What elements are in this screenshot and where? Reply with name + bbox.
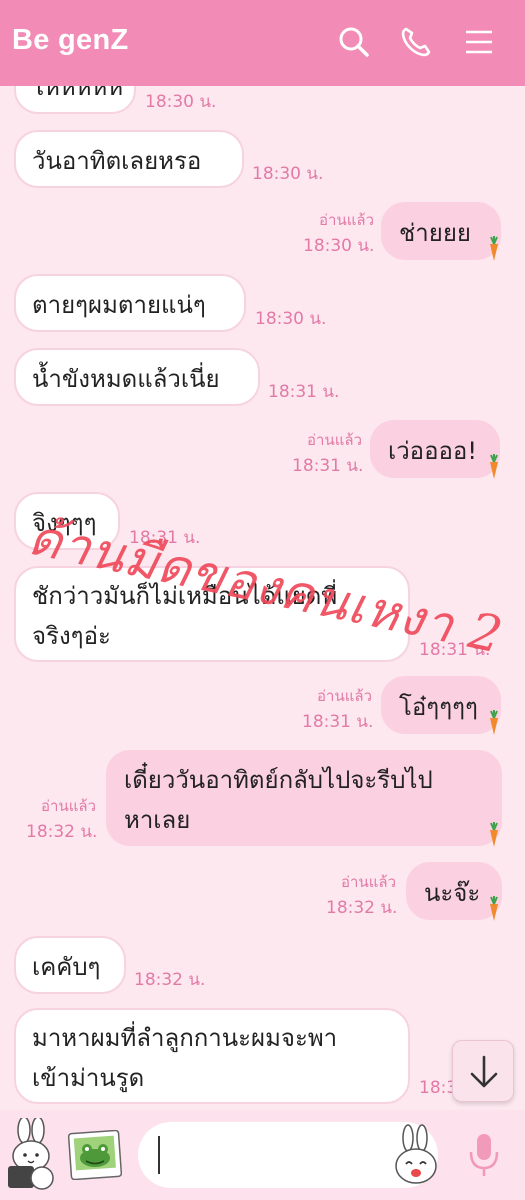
message-text-line: เข้าม่านรูด — [32, 1064, 145, 1092]
menu-icon[interactable] — [461, 24, 497, 60]
outgoing-message[interactable]: ช่ายยย — [381, 202, 501, 260]
outgoing-message[interactable]: โอ๋ๆๆๆๆ — [381, 676, 501, 734]
carrot-icon — [490, 454, 498, 479]
chat-header: Be genZ — [0, 0, 525, 86]
incoming-message[interactable]: น้ำขังหมดแล้วเนี่ย — [14, 348, 260, 406]
read-receipt: อ่านแล้ว — [341, 873, 396, 891]
carrot-icon — [490, 822, 498, 847]
carrot-icon — [490, 236, 498, 261]
message-time: 18:32 น. — [26, 822, 98, 842]
message-text: เว่ออออ! — [388, 437, 477, 465]
outgoing-message[interactable]: เว่ออออ! — [370, 420, 500, 478]
message-time: 18:32 น. — [326, 898, 398, 918]
scroll-to-bottom-button[interactable] — [452, 1040, 514, 1102]
message-text-line: เดี๋ยววันอาทิตย์กลับไปจะรีบไป — [124, 766, 433, 794]
carrot-icon — [490, 896, 498, 921]
message-time: 18:30 น. — [252, 164, 324, 184]
incoming-message[interactable]: เคคับๆ — [14, 936, 126, 994]
message-composer — [0, 1110, 525, 1200]
message-time: 18:31 น. — [302, 712, 374, 732]
arrow-down-icon — [470, 1055, 498, 1088]
message-text: ตายๆผมตายแน่ๆ — [32, 291, 206, 319]
message-text: ไหหหหห — [32, 86, 124, 101]
message-text-line: หาเลย — [124, 806, 191, 834]
incoming-message[interactable]: วันอาทิตเลยหรอ — [14, 130, 244, 188]
read-receipt: อ่านแล้ว — [317, 687, 372, 705]
message-text: วันอาทิตเลยหรอ — [32, 147, 202, 175]
message-text: เคคับๆ — [32, 953, 101, 981]
message-time: 18:32 น. — [134, 970, 206, 990]
outgoing-message[interactable]: เดี๋ยววันอาทิตย์กลับไปจะรีบไป หาเลย — [106, 750, 502, 846]
read-receipt: อ่านแล้ว — [319, 211, 374, 229]
bunny-sticker-icon[interactable] — [2, 1118, 62, 1192]
text-cursor — [158, 1136, 160, 1174]
message-text: นะจ๊ะ — [424, 879, 481, 907]
message-time: 18:31 น. — [268, 382, 340, 402]
chat-title: Be genZ — [12, 24, 129, 56]
incoming-message[interactable]: ไหหหหห — [14, 86, 136, 114]
message-text: น้ำขังหมดแล้วเนี่ย — [32, 365, 220, 393]
message-time: 18:30 น. — [255, 309, 327, 329]
carrot-icon — [490, 710, 498, 735]
read-receipt: อ่านแล้ว — [307, 431, 362, 449]
read-receipt: อ่านแล้ว — [41, 797, 96, 815]
message-text: โอ๋ๆๆๆๆ — [399, 693, 478, 721]
microphone-icon[interactable] — [466, 1130, 502, 1180]
message-time: 18:30 น. — [303, 236, 375, 256]
search-icon[interactable] — [336, 24, 372, 60]
phone-icon[interactable] — [398, 24, 434, 60]
frog-photo-icon[interactable] — [68, 1130, 122, 1180]
message-time: 18:31 น. — [292, 456, 364, 476]
incoming-message[interactable]: มาหาผมที่ลำลูกกานะผมจะพา เข้าม่านรูด — [14, 1008, 410, 1104]
message-time: 18:30 น. — [145, 92, 217, 112]
incoming-message[interactable]: ตายๆผมตายแน่ๆ — [14, 274, 246, 332]
message-text-line: มาหาผมที่ลำลูกกานะผมจะพา — [32, 1024, 338, 1052]
bunny-emoji-icon[interactable] — [392, 1124, 440, 1188]
message-text: ช่ายยย — [399, 219, 471, 247]
